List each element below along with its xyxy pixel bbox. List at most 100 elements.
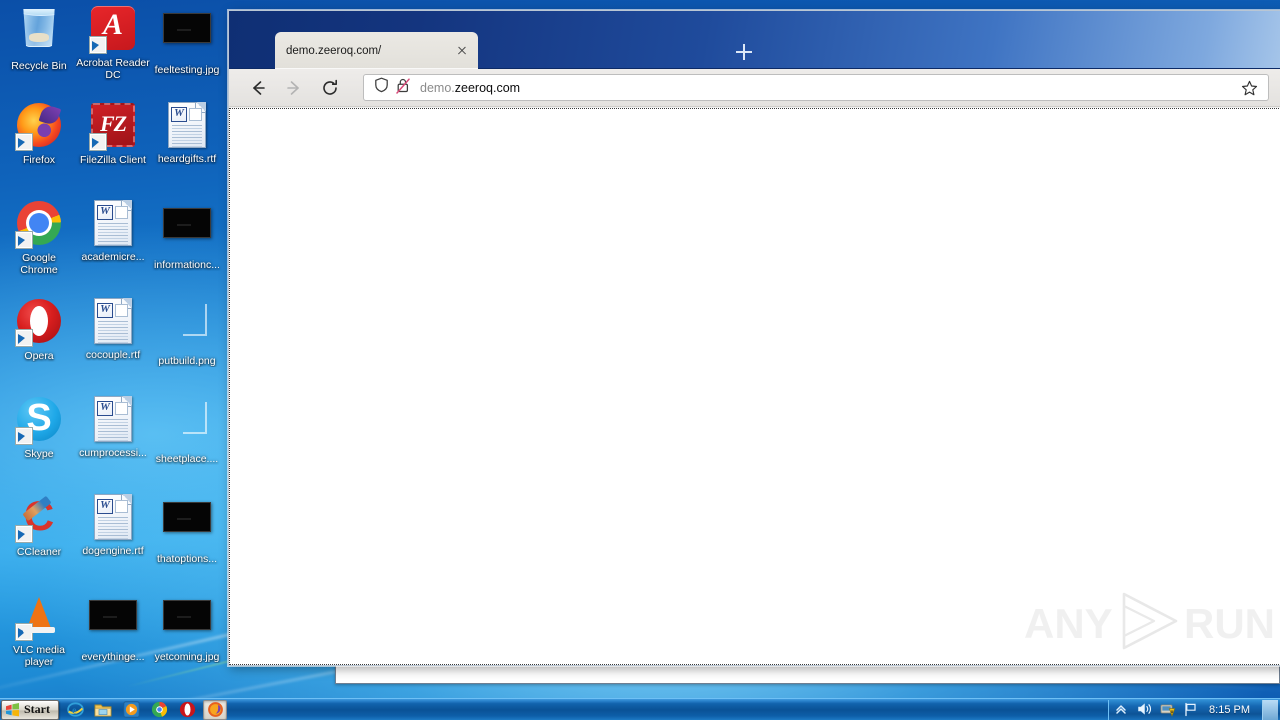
url-text: demo.zeeroq.com (420, 81, 1236, 95)
png-icon (163, 304, 211, 352)
desktop-icon-label: dogengine.rtf (82, 545, 144, 557)
desktop-icon-label: Firefox (22, 154, 56, 166)
desktop-icon-label: heardgifts.rtf (157, 153, 217, 165)
forward-button[interactable] (279, 73, 309, 103)
skype-icon (15, 397, 63, 445)
plus-icon[interactable] (736, 44, 752, 60)
browser-tab[interactable]: demo.zeeroq.com/ (275, 32, 478, 69)
taskbar-item-windows-media-player[interactable] (119, 700, 143, 720)
url-subdomain: demo. (420, 80, 455, 95)
start-button[interactable]: Start (1, 699, 59, 720)
desktop-icon-dogengine-rtf[interactable]: dogengine.rtf (76, 493, 150, 557)
taskbar-item-google-chrome[interactable] (147, 700, 171, 720)
desktop-icon-label: yetcoming.jpg (154, 651, 220, 663)
desktop-icon-label: CCleaner (16, 546, 62, 558)
vlc-icon (15, 593, 63, 641)
desktop-icon-thatoptions[interactable]: thatoptions... (150, 493, 224, 565)
desktop-icon-sheetplace[interactable]: sheetplace.... (150, 395, 224, 465)
desktop-icon-label: sheetplace.... (155, 453, 219, 465)
desktop-icon-label: cocouple.rtf (85, 349, 141, 361)
doc-icon (163, 102, 211, 150)
firefox-icon (207, 702, 223, 717)
desktop-icon-label: Skype (24, 448, 54, 460)
desktop-icon-acrobat-reader-dc[interactable]: Acrobat Reader DC (76, 4, 150, 81)
network-warning-icon[interactable] (1160, 702, 1176, 718)
address-bar[interactable]: demo.zeeroq.com (363, 74, 1269, 101)
system-tray[interactable]: 8:15 PM (1108, 699, 1280, 720)
taskbar-item-windows-explorer[interactable] (91, 700, 115, 720)
desktop-icon-yetcoming-jpg[interactable]: yetcoming.jpg (150, 591, 224, 663)
blackimg-icon (89, 600, 137, 648)
anyrun-watermark: ANY RUN (1024, 588, 1275, 658)
blackimg-icon (163, 502, 211, 550)
desktop-icon-label: feeltesting.jpg (154, 64, 220, 76)
action-center-flag-icon[interactable] (1183, 702, 1199, 718)
clock[interactable]: 8:15 PM (1209, 704, 1250, 716)
folder-icon (94, 704, 112, 716)
desktop-icon-label: Recycle Bin (11, 60, 67, 72)
windows-flag-icon (5, 702, 20, 717)
opera-icon (179, 701, 195, 718)
desktop-icon-label: informationc... (154, 259, 220, 271)
firefox-icon (15, 103, 63, 151)
desktop-icon-everythinge[interactable]: everythinge... (76, 591, 150, 663)
page-content-area[interactable]: ANY RUN (229, 108, 1280, 665)
desktop-icon-cumprocessi[interactable]: cumprocessi... (76, 395, 150, 459)
chrome-icon (15, 201, 63, 249)
blackimg-icon (163, 600, 211, 648)
bookmark-star-icon[interactable] (1236, 75, 1262, 101)
desktop-icon-academicre[interactable]: academicre... (76, 199, 150, 263)
url-host: zeeroq.com (454, 80, 521, 95)
desktop-icon-filezilla-client[interactable]: FileZilla Client (76, 101, 150, 166)
acrobat-icon (89, 6, 137, 54)
desktop-icon-google-chrome[interactable]: Google Chrome (2, 199, 76, 276)
desktop-icon-skype[interactable]: Skype (2, 395, 76, 460)
firefox-browser-window[interactable]: demo.zeeroq.com/ demo.zeeroq.com ANY RUN (228, 10, 1280, 666)
doc-icon (89, 396, 137, 444)
close-icon[interactable] (454, 43, 470, 59)
desktop-icon-ccleaner[interactable]: CCleaner (2, 492, 76, 558)
desktop-icon-cocouple-rtf[interactable]: cocouple.rtf (76, 297, 150, 361)
svg-text:RUN: RUN (1184, 600, 1274, 647)
desktop-icon-label: FileZilla Client (80, 154, 146, 166)
taskbar[interactable]: Start e 8:15 PM (0, 698, 1280, 720)
svg-text:ANY: ANY (1024, 600, 1113, 647)
reload-button[interactable] (315, 73, 345, 103)
media-player-icon (122, 701, 140, 718)
taskbar-item-firefox[interactable] (203, 699, 227, 720)
tab-title: demo.zeeroq.com/ (286, 44, 382, 57)
desktop-icon-label: academicre... (81, 251, 145, 263)
png-icon (163, 402, 211, 450)
lock-broken-icon[interactable] (395, 77, 411, 99)
desktop-icon-heardgifts-rtf[interactable]: heardgifts.rtf (150, 101, 224, 165)
taskbar-item-opera[interactable] (175, 700, 199, 720)
desktop-icon-firefox[interactable]: Firefox (2, 101, 76, 166)
desktop-icon-putbuild-png[interactable]: putbuild.png (150, 297, 224, 367)
show-desktop-button[interactable] (1262, 699, 1278, 720)
desktop-icon-label: thatoptions... (156, 553, 218, 565)
desktop-icon-informationc[interactable]: informationc... (150, 199, 224, 271)
ccleaner-icon (15, 492, 63, 543)
internet-explorer-icon: e (66, 702, 84, 717)
blackimg-icon (163, 13, 211, 61)
desktop-icon-label: cumprocessi... (79, 447, 147, 459)
desktop-icon-opera[interactable]: Opera (2, 297, 76, 362)
blackimg-icon (163, 208, 211, 256)
taskbar-item-internet-explorer[interactable]: e (63, 700, 87, 720)
desktop-icon-label: Acrobat Reader DC (76, 57, 150, 81)
chrome-icon (151, 701, 167, 718)
doc-icon (89, 494, 137, 542)
doc-icon (89, 200, 137, 248)
recycle-icon (15, 9, 63, 57)
navigation-toolbar: demo.zeeroq.com (229, 69, 1280, 107)
volume-icon[interactable] (1137, 702, 1153, 718)
tab-strip[interactable]: demo.zeeroq.com/ (229, 11, 1280, 69)
desktop-icon-label: putbuild.png (158, 355, 216, 367)
show-hidden-icons-icon[interactable] (1114, 702, 1130, 718)
desktop-icon-feeltesting-jpg[interactable]: feeltesting.jpg (150, 4, 224, 76)
desktop-icon-recycle-bin[interactable]: Recycle Bin (2, 4, 76, 72)
doc-icon (89, 298, 137, 346)
desktop-icon-vlc-media-player[interactable]: VLC media player (2, 591, 76, 668)
shield-icon[interactable] (374, 77, 389, 98)
back-button[interactable] (243, 73, 273, 103)
